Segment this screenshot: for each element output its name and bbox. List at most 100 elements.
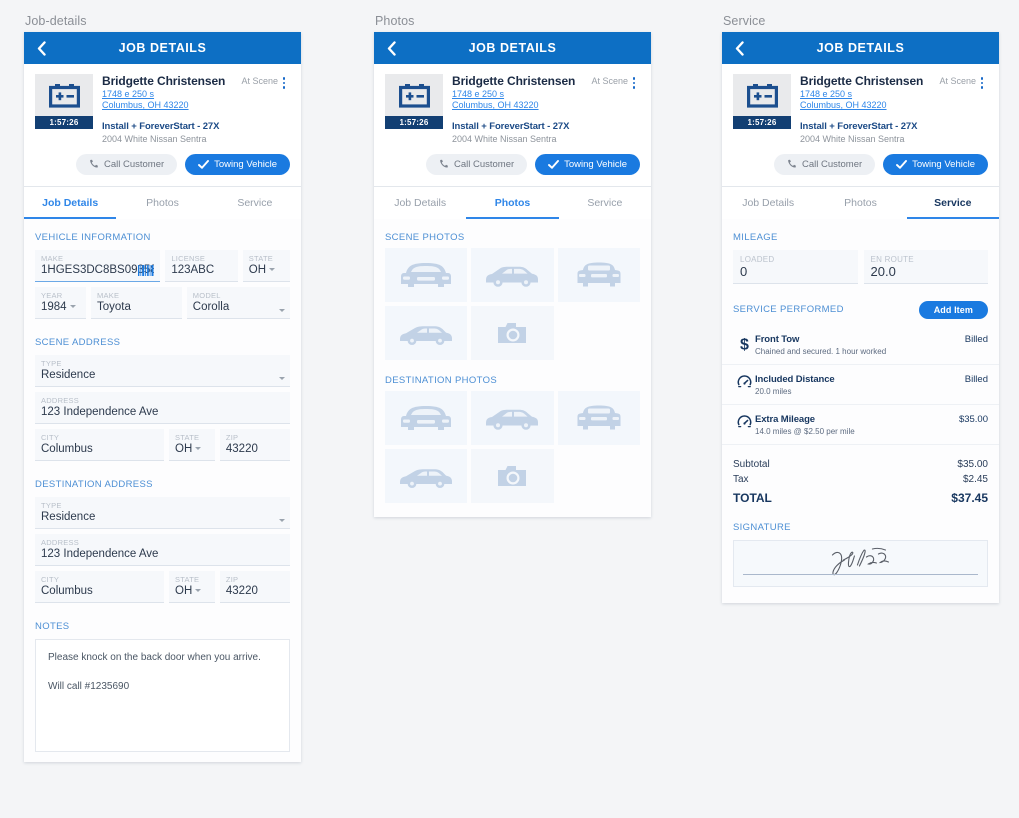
call-customer-button[interactable]: Call Customer (75, 153, 178, 175)
scene-type-value: Residence (41, 368, 96, 381)
customer-name: Bridgette Christensen (452, 74, 576, 88)
panel-caption: Service (723, 14, 766, 28)
mileage-enroute-field[interactable]: EN ROUTE 20.0 (863, 249, 988, 284)
scene-zip-value: 43220 (225, 442, 258, 455)
tab-photos[interactable]: Photos (466, 187, 559, 219)
call-customer-button[interactable]: Call Customer (425, 153, 528, 175)
barcode-icon[interactable] (138, 264, 154, 276)
vehicle-information-title: VEHICLE INFORMATION (35, 231, 151, 243)
address-line-1[interactable]: 1748 e 250 s (102, 89, 290, 101)
scene-zip-field[interactable]: ZIP 43220 (219, 428, 290, 461)
panel-photos: Photos JOB DETAILS 1:57:26 Bridgette Chr… (374, 14, 651, 517)
phone-icon (788, 159, 796, 168)
panel-service: Service JOB DETAILS 1:57:26 Bridgette Ch… (722, 14, 999, 603)
destination-photo-3[interactable] (557, 390, 640, 445)
mileage-loaded-field[interactable]: LOADED 0 (733, 249, 858, 284)
tab-job-details[interactable]: Job Details (24, 187, 117, 219)
scene-city-field[interactable]: CITY Columbus (35, 428, 164, 461)
address-line-2[interactable]: Columbus, OH 43220 (452, 100, 640, 112)
address-line-2[interactable]: Columbus, OH 43220 (102, 100, 290, 112)
notes-textarea[interactable]: Please knock on the back door when you a… (35, 638, 290, 752)
towing-vehicle-button[interactable]: Towing Vehicle (185, 153, 290, 175)
subtotal-value: $35.00 (957, 458, 988, 470)
scene-photo-2[interactable] (471, 247, 554, 302)
chevron-left-icon (37, 40, 46, 56)
scene-photo-4[interactable] (385, 305, 468, 360)
towing-vehicle-button[interactable]: Towing Vehicle (535, 153, 640, 175)
towing-vehicle-label: Towing Vehicle (214, 158, 277, 170)
vehicle-state-select[interactable]: STATE OH (242, 249, 290, 282)
scene-state-value: OH (175, 442, 209, 457)
scene-type-select[interactable]: TYPE Residence (35, 354, 290, 387)
tab-photos[interactable]: Photos (814, 187, 906, 219)
scene-photo-3[interactable] (557, 247, 640, 302)
service-item-row[interactable]: $ Front Tow Chained and secured. 1 hour … (722, 325, 999, 365)
tab-service[interactable]: Service (209, 187, 301, 219)
destination-photo-1[interactable] (385, 390, 468, 445)
address-line-1[interactable]: 1748 e 250 s (452, 89, 640, 101)
destination-add-photo-button[interactable] (471, 448, 554, 503)
dest-address-field[interactable]: ADDRESS 123 Independence Ave (35, 533, 290, 566)
tab-service[interactable]: Service (559, 187, 651, 219)
year-value: 1984 (41, 300, 80, 315)
kebab-menu-icon[interactable] (628, 74, 640, 89)
call-customer-button[interactable]: Call Customer (773, 153, 876, 175)
tab-job-details[interactable]: Job Details (722, 187, 814, 219)
service-code: Install + ForeverStart - 27X (452, 120, 570, 132)
signature-scribble (831, 547, 889, 575)
tab-service[interactable]: Service (906, 187, 999, 219)
scene-type-label: TYPE (41, 358, 62, 368)
chevron-left-icon (387, 40, 396, 56)
license-field[interactable]: LICENSE 123ABC (165, 249, 238, 282)
dest-type-select[interactable]: TYPE Residence (35, 496, 290, 529)
scene-add-photo-button[interactable] (471, 305, 554, 360)
job-timer: 1:57:26 (385, 116, 443, 129)
dest-state-select[interactable]: STATE OH (169, 570, 215, 603)
destination-photo-2[interactable] (471, 390, 554, 445)
dest-city-field[interactable]: CITY Columbus (35, 570, 164, 603)
back-button[interactable] (374, 40, 408, 56)
scene-address-field[interactable]: ADDRESS 123 Independence Ave (35, 391, 290, 424)
address-line-1[interactable]: 1748 e 250 s (800, 89, 988, 101)
vehicle-description: 2004 White Nissan Sentra (800, 133, 905, 144)
model-value: Corolla (192, 300, 230, 313)
vin-field[interactable]: MAKE 1HGES3DC8BS093588 (35, 249, 161, 282)
service-item-amount: Billed (964, 333, 988, 345)
phone-icon (90, 159, 98, 168)
destination-photo-4[interactable] (385, 448, 468, 503)
dest-city-value: Columbus (41, 584, 93, 597)
scene-state-select[interactable]: STATE OH (169, 428, 215, 461)
make-field-label: MAKE (96, 290, 120, 300)
kebab-menu-icon[interactable] (278, 74, 290, 89)
mileage-loaded-value: 0 (740, 263, 748, 279)
address-line-2[interactable]: Columbus, OH 43220 (800, 100, 988, 112)
scene-photo-1[interactable] (385, 247, 468, 302)
year-select[interactable]: YEAR 1984 (35, 286, 86, 319)
battery-icon (398, 83, 430, 108)
kebab-menu-icon[interactable] (976, 74, 988, 89)
chevron-down-icon (195, 588, 202, 592)
tab-photos[interactable]: Photos (116, 187, 208, 219)
model-select[interactable]: MODEL Corolla (186, 286, 291, 319)
towing-vehicle-button[interactable]: Towing Vehicle (883, 153, 988, 175)
add-item-button[interactable]: Add Item (918, 300, 988, 319)
job-timer: 1:57:26 (35, 116, 93, 129)
service-item-row[interactable]: Included Distance 20.0 miles Billed (722, 365, 999, 405)
back-button[interactable] (24, 40, 58, 56)
panel-caption: Photos (375, 14, 415, 28)
car-side-icon (486, 409, 539, 430)
back-button[interactable] (722, 40, 756, 56)
service-item-desc: Chained and secured. 1 hour worked (755, 346, 887, 356)
customer-name: Bridgette Christensen (800, 74, 924, 88)
tax-value: $2.45 (962, 473, 988, 485)
dest-state-value: OH (175, 584, 209, 599)
service-item-row[interactable]: Extra Mileage 14.0 miles @ $2.50 per mil… (722, 405, 999, 445)
make-field[interactable]: MAKE Toyota (90, 286, 182, 319)
signature-pad[interactable] (733, 539, 988, 587)
service-code: Install + ForeverStart - 27X (102, 120, 220, 132)
signature-title: SIGNATURE (733, 521, 791, 533)
notes-title: NOTES (35, 620, 70, 632)
tab-job-details[interactable]: Job Details (374, 187, 466, 219)
battery-thumb (385, 74, 443, 116)
dest-zip-field[interactable]: ZIP 43220 (219, 570, 290, 603)
